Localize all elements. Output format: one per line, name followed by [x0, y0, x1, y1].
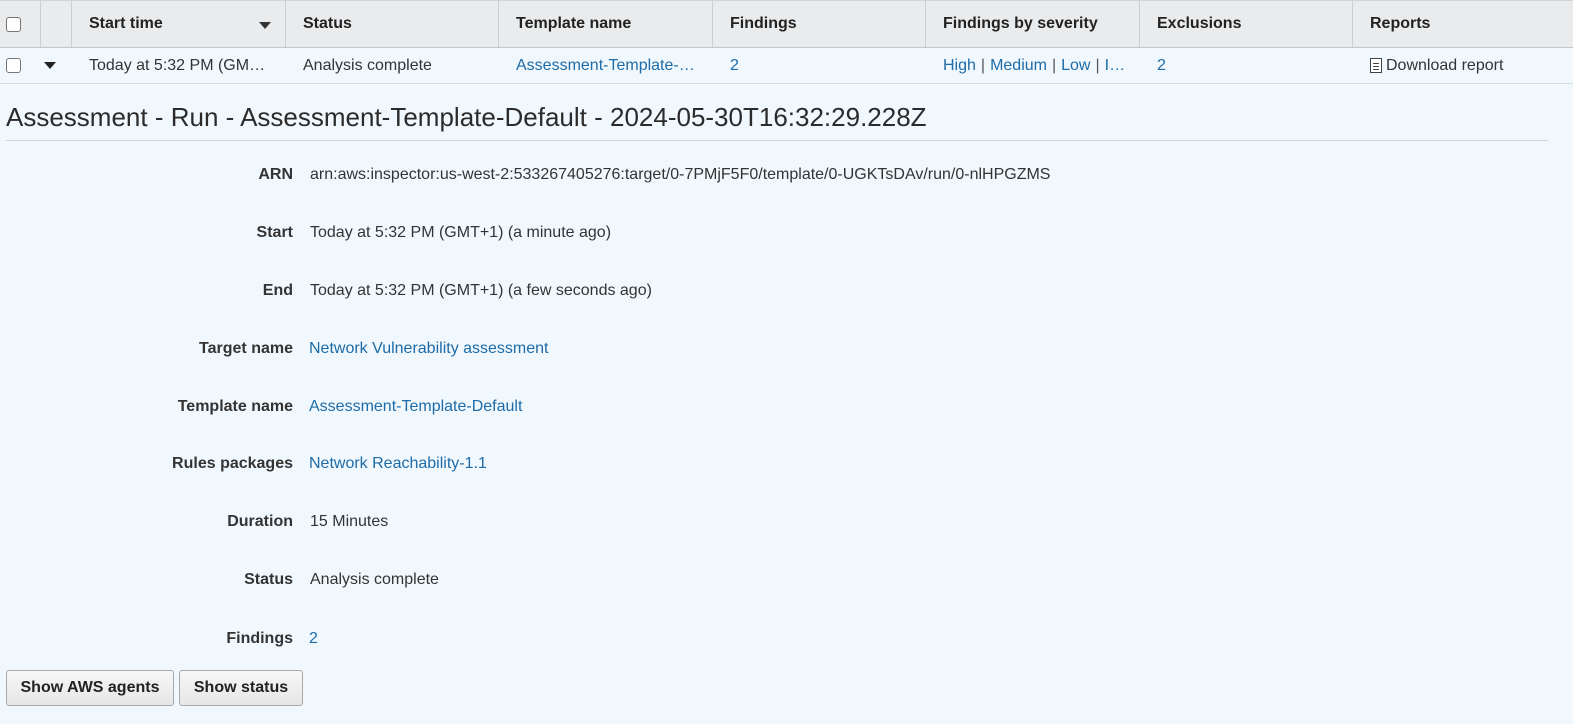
template-name-link[interactable]: Assessment-Template-Default: [309, 398, 522, 416]
header-status[interactable]: Status: [286, 1, 499, 47]
property-label: Template name: [177, 398, 293, 415]
header-exclusions-label: Exclusions: [1157, 15, 1242, 32]
property-label: Start: [256, 224, 293, 241]
severity-info-link[interactable]: I…: [1105, 57, 1125, 75]
property-target-name: Target name Network Vulnerability assess…: [0, 334, 1573, 364]
property-status: Status Analysis complete: [0, 565, 1573, 595]
property-label: End: [262, 282, 293, 299]
property-value: 15 Minutes: [310, 513, 389, 530]
table-header-row: Start time Status Template name Findings…: [0, 0, 1573, 48]
property-label: Duration: [227, 513, 293, 530]
header-start-time-label: Start time: [89, 15, 163, 32]
property-label: ARN: [258, 166, 293, 183]
header-findings[interactable]: Findings: [713, 1, 926, 47]
row-findings-cell: 2: [713, 48, 926, 83]
show-status-button[interactable]: Show status: [179, 670, 303, 706]
row-status: Analysis complete: [303, 56, 432, 74]
row-select-checkbox[interactable]: [6, 58, 21, 73]
run-detail-title: Assessment - Run - Assessment-Template-D…: [6, 102, 927, 132]
severity-separator: |: [1051, 56, 1057, 74]
property-label: Status: [244, 571, 293, 588]
download-report-link[interactable]: Download report: [1386, 57, 1503, 75]
table-row[interactable]: Today at 5:32 PM (GM… Analysis complete …: [0, 48, 1573, 84]
document-icon[interactable]: [1370, 58, 1382, 73]
property-findings: Findings 2: [0, 624, 1573, 654]
property-duration: Duration 15 Minutes: [0, 507, 1573, 537]
property-label: Rules packages: [172, 455, 293, 472]
sort-caret-down-icon[interactable]: [259, 22, 271, 29]
severity-medium-link[interactable]: Medium: [990, 57, 1047, 75]
header-template-name[interactable]: Template name: [499, 1, 713, 47]
row-template-name-cell: Assessment-Template-…: [499, 48, 713, 83]
property-arn: ARN arn:aws:inspector:us-west-2:53326740…: [0, 160, 1573, 190]
row-reports-cell: Download report: [1353, 48, 1573, 83]
property-start: Start Today at 5:32 PM (GMT+1) (a minute…: [0, 218, 1573, 248]
row-exclusions-link[interactable]: 2: [1157, 57, 1166, 75]
select-all-checkbox[interactable]: [6, 16, 21, 32]
header-template-name-label: Template name: [516, 15, 632, 32]
target-name-link[interactable]: Network Vulnerability assessment: [309, 340, 549, 358]
show-aws-agents-button[interactable]: Show AWS agents: [6, 670, 174, 706]
header-expand-cell: [41, 1, 72, 47]
property-value: Today at 5:32 PM (GMT+1) (a minute ago): [310, 224, 612, 241]
row-severity-cell: High | Medium | Low | I…: [926, 48, 1140, 83]
rules-package-link[interactable]: Network Reachability-1.1: [309, 455, 487, 473]
row-findings-link[interactable]: 2: [730, 57, 739, 75]
severity-low-link[interactable]: Low: [1061, 57, 1090, 75]
row-template-name-link[interactable]: Assessment-Template-…: [516, 57, 695, 75]
header-reports[interactable]: Reports: [1353, 1, 1573, 47]
property-template-name: Template name Assessment-Template-Defaul…: [0, 392, 1573, 422]
property-label: Target name: [199, 340, 293, 357]
findings-count-link[interactable]: 2: [309, 630, 318, 648]
header-status-label: Status: [303, 15, 352, 32]
row-exclusions-cell: 2: [1140, 48, 1353, 83]
header-reports-label: Reports: [1370, 15, 1431, 32]
severity-separator: |: [980, 56, 986, 74]
header-findings-label: Findings: [730, 15, 797, 32]
property-value: Today at 5:32 PM (GMT+1) (a few seconds …: [310, 282, 652, 299]
property-label: Findings: [226, 630, 293, 647]
header-select-all-cell: [0, 1, 41, 47]
property-value: Analysis complete: [310, 571, 439, 588]
row-expand-cell[interactable]: [41, 48, 72, 83]
severity-high-link[interactable]: High: [943, 57, 976, 75]
title-divider: [6, 140, 1548, 141]
row-start-time: Today at 5:32 PM (GM…: [89, 56, 266, 74]
expand-caret-down-icon[interactable]: [43, 62, 56, 69]
assessment-runs-table: Start time Status Template name Findings…: [0, 0, 1573, 84]
row-select-cell: [0, 48, 41, 83]
property-value: arn:aws:inspector:us-west-2:533267405276…: [310, 166, 1051, 183]
property-end: End Today at 5:32 PM (GMT+1) (a few seco…: [0, 276, 1573, 306]
header-findings-by-severity[interactable]: Findings by severity: [926, 1, 1140, 47]
header-findings-by-severity-label: Findings by severity: [943, 15, 1098, 32]
severity-separator: |: [1095, 56, 1100, 74]
header-start-time[interactable]: Start time: [72, 1, 286, 47]
property-rules-packages: Rules packages Network Reachability-1.1: [0, 449, 1573, 479]
header-exclusions[interactable]: Exclusions: [1140, 1, 1353, 47]
